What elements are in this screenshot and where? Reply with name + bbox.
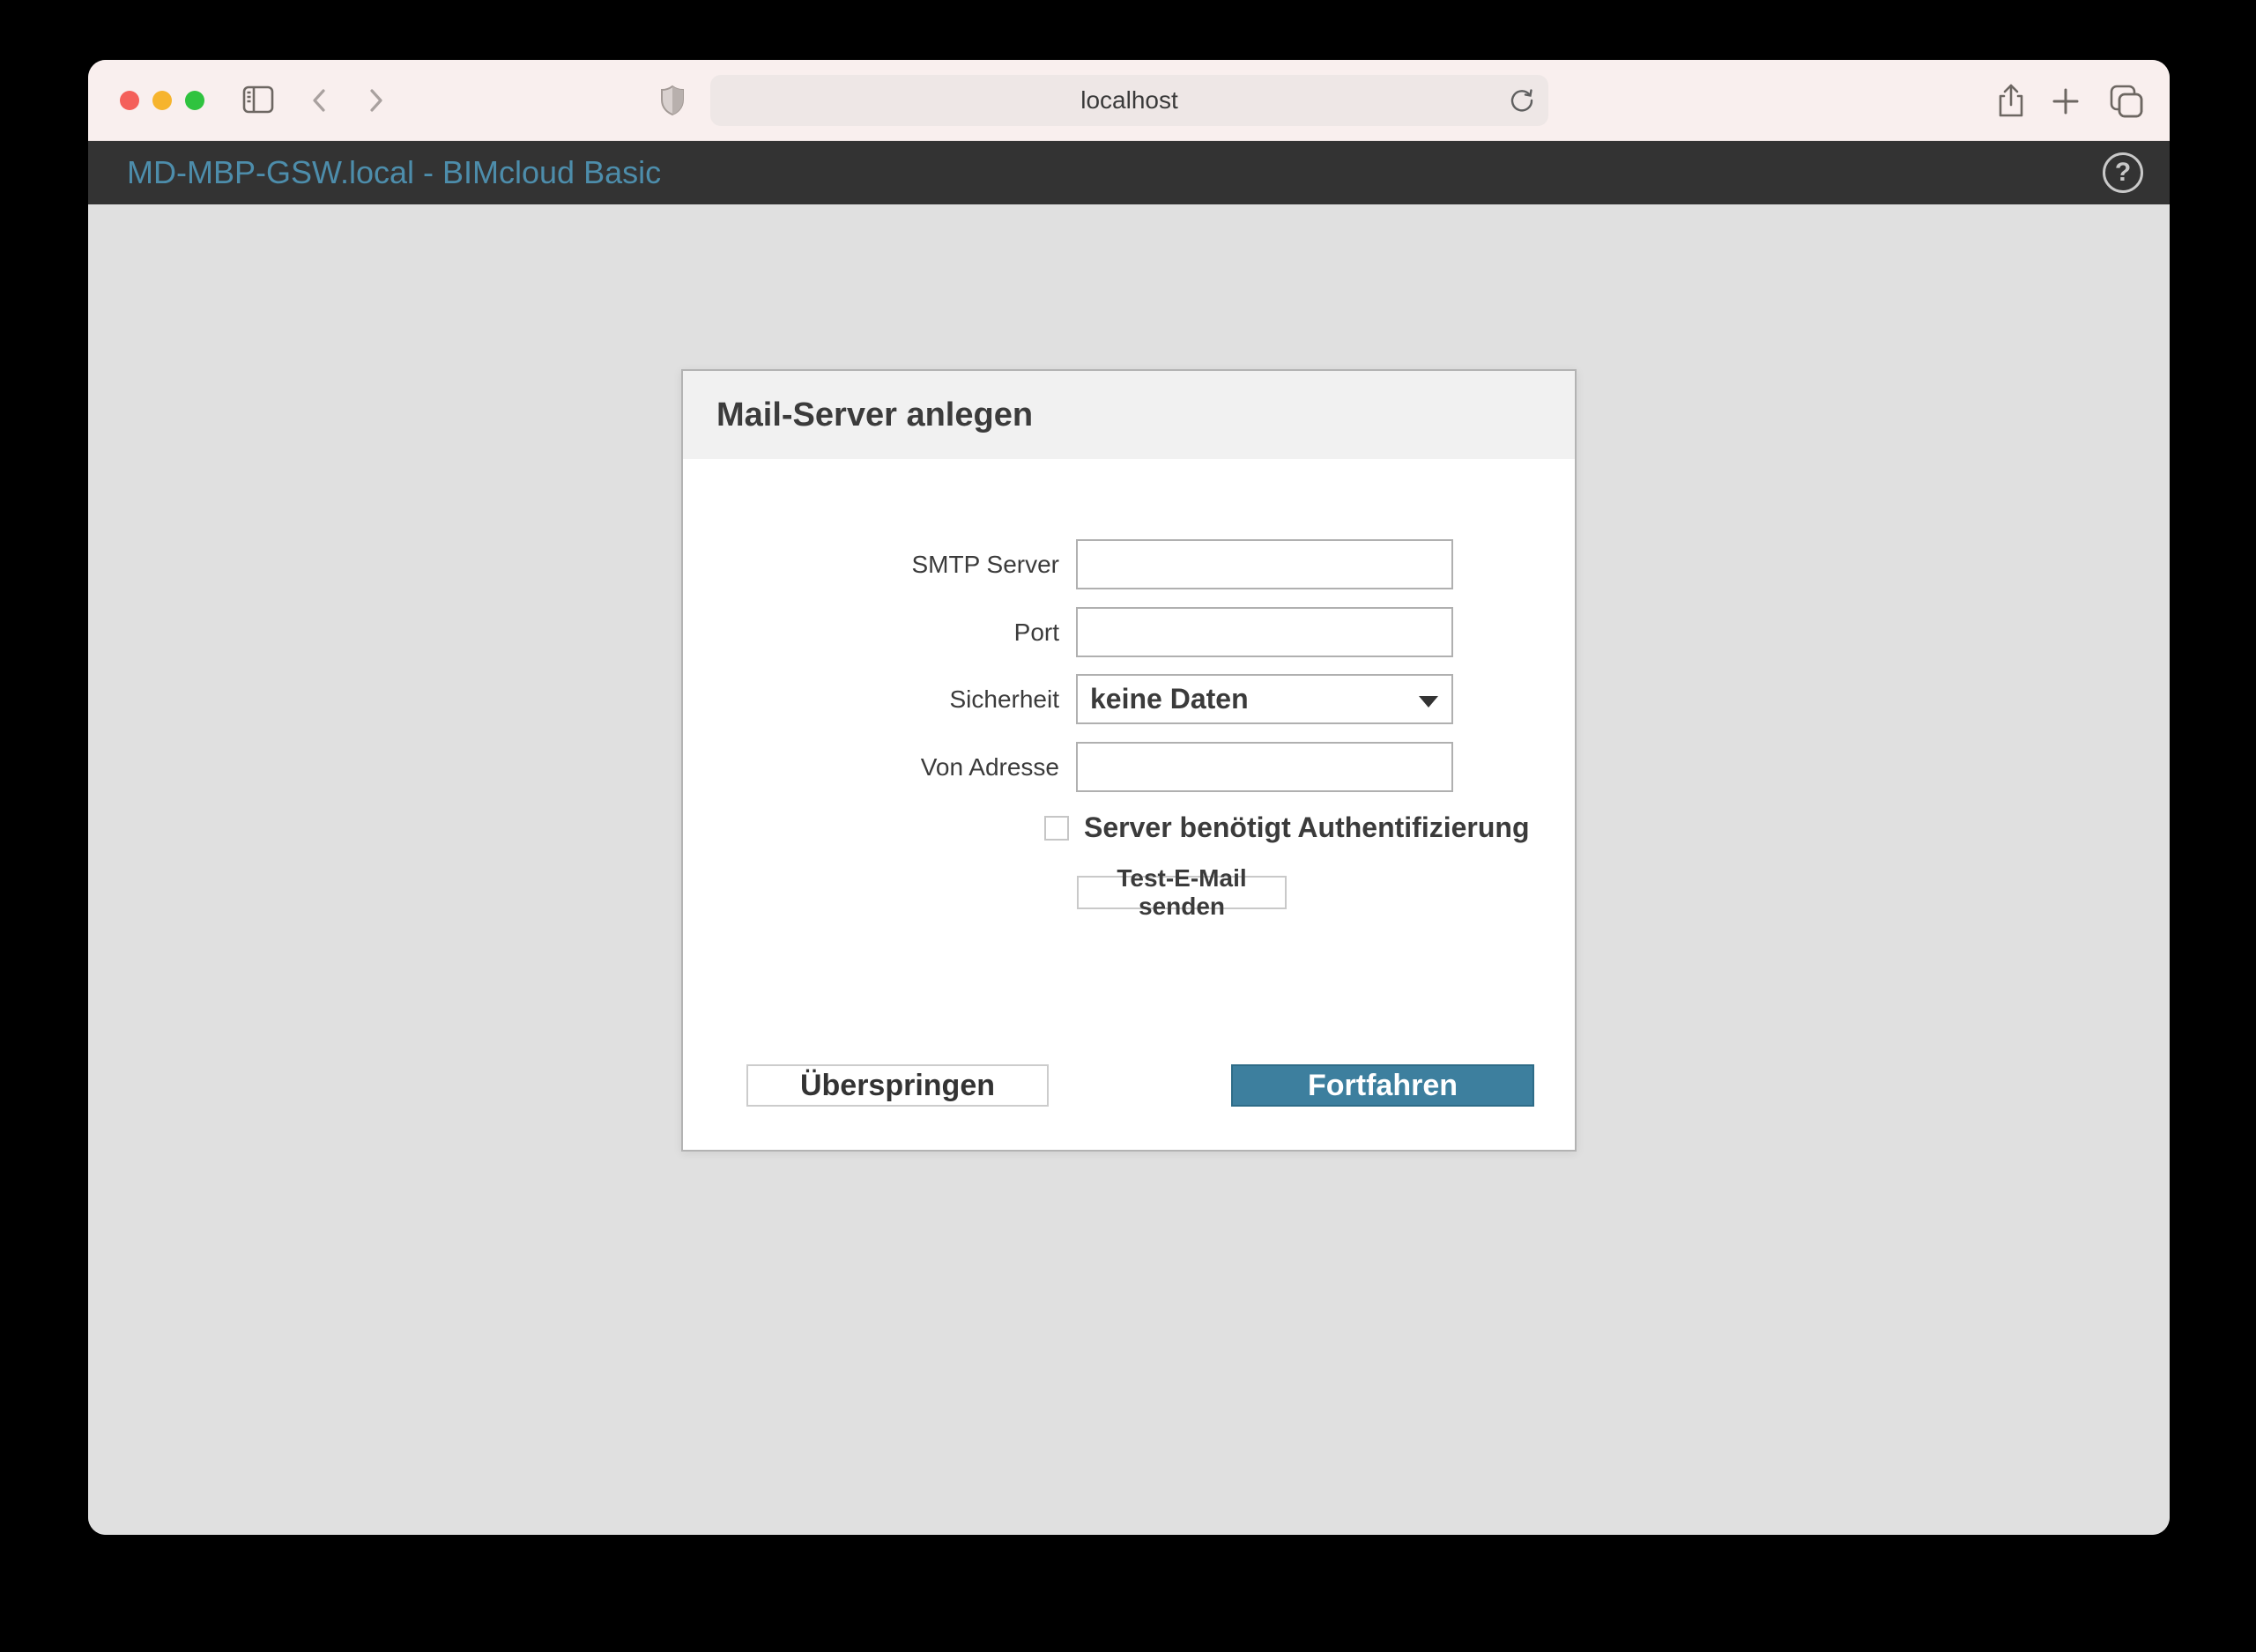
from-address-row: Von Adresse xyxy=(683,742,1575,792)
help-glyph: ? xyxy=(2114,158,2132,187)
new-tab-icon[interactable] xyxy=(2050,85,2082,120)
port-input[interactable] xyxy=(1076,607,1453,657)
back-icon[interactable] xyxy=(307,86,333,117)
auth-checkbox-row: Server benötigt Authentifizierung xyxy=(1044,811,1530,844)
chevron-down-icon xyxy=(1419,696,1438,707)
security-label: Sicherheit xyxy=(949,685,1059,713)
send-test-email-button[interactable]: Test-E-Mail senden xyxy=(1077,864,1287,920)
tab-overview-icon[interactable] xyxy=(2108,83,2145,122)
security-select[interactable]: keine Daten xyxy=(1076,674,1453,724)
browser-window: localhost MD-MBP-GSW.local - BIMcloud Ba… xyxy=(88,60,2170,1535)
minimize-window-button[interactable] xyxy=(152,91,172,110)
security-selected-value: keine Daten xyxy=(1090,683,1249,715)
smtp-server-row: SMTP Server xyxy=(683,539,1575,589)
port-row: Port xyxy=(683,607,1575,657)
dialog-header: Mail-Server anlegen xyxy=(683,371,1575,459)
help-icon[interactable]: ? xyxy=(2103,152,2143,193)
refresh-icon[interactable] xyxy=(1508,86,1536,117)
from-address-label: Von Adresse xyxy=(920,752,1059,781)
site-title: MD-MBP-GSW.local - BIMcloud Basic xyxy=(127,154,662,190)
close-window-button[interactable] xyxy=(120,91,139,110)
browser-toolbar: localhost xyxy=(88,60,2170,141)
auth-checkbox-label: Server benötigt Authentifizierung xyxy=(1084,811,1530,843)
desktop-background: localhost MD-MBP-GSW.local - BIMcloud Ba… xyxy=(0,0,2256,1652)
auth-checkbox[interactable] xyxy=(1044,815,1069,841)
from-address-input[interactable] xyxy=(1076,742,1453,792)
sidebar-toggle-icon[interactable] xyxy=(242,85,274,116)
address-bar[interactable]: localhost xyxy=(710,75,1548,126)
page-background: Mail-Server anlegen SMTP Server Port Sic… xyxy=(88,204,2170,1535)
zoom-window-button[interactable] xyxy=(185,91,204,110)
skip-button[interactable]: Überspringen xyxy=(746,1064,1049,1107)
share-icon[interactable] xyxy=(1993,82,2029,123)
port-label: Port xyxy=(1013,618,1059,646)
continue-button[interactable]: Fortfahren xyxy=(1231,1064,1534,1107)
site-header-bar: MD-MBP-GSW.local - BIMcloud Basic ? xyxy=(88,141,2170,204)
mail-server-dialog: Mail-Server anlegen SMTP Server Port Sic… xyxy=(681,369,1577,1152)
url-text: localhost xyxy=(1080,86,1178,114)
dialog-title: Mail-Server anlegen xyxy=(716,396,1034,433)
privacy-shield-icon[interactable] xyxy=(659,85,686,121)
forward-icon[interactable] xyxy=(362,86,389,117)
smtp-server-label: SMTP Server xyxy=(911,550,1059,578)
smtp-server-input[interactable] xyxy=(1076,539,1453,589)
security-row: Sicherheit keine Daten xyxy=(683,674,1575,724)
